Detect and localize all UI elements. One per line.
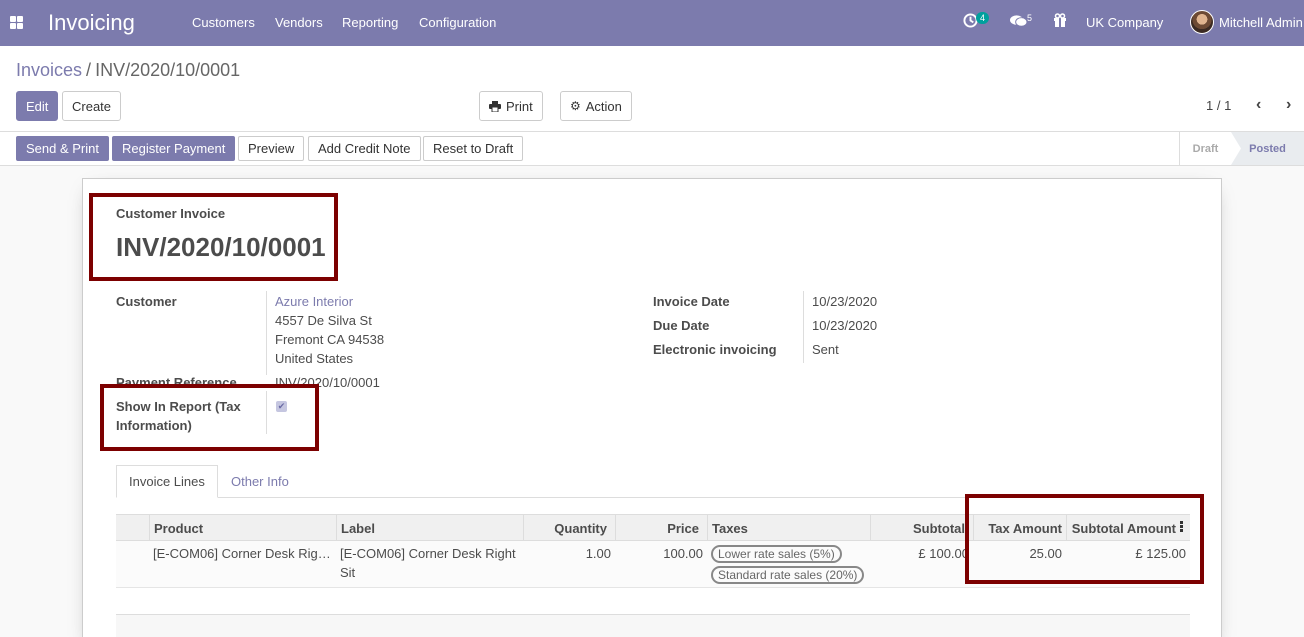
print-button[interactable]: Print bbox=[479, 91, 543, 121]
cell-label-line2: Sit bbox=[340, 565, 356, 580]
cell-taxes: Lower rate sales (5%) Standard rate sale… bbox=[711, 544, 871, 586]
tax-tag[interactable]: Lower rate sales (5%) bbox=[711, 545, 842, 563]
menu-vendors[interactable]: Vendors bbox=[275, 15, 323, 30]
show-in-report-label-line2: Information) bbox=[116, 418, 192, 433]
show-in-report-label: Show In Report (Tax bbox=[116, 399, 241, 414]
gear-icon: ⚙ bbox=[570, 99, 581, 113]
action-button[interactable]: ⚙ Action bbox=[560, 91, 632, 121]
stage-posted[interactable]: Posted bbox=[1231, 132, 1304, 165]
stage-draft[interactable]: Draft bbox=[1179, 132, 1231, 165]
field-separator bbox=[266, 291, 267, 375]
company-switcher[interactable]: UK Company bbox=[1086, 15, 1163, 30]
pager-next-icon[interactable]: › bbox=[1286, 96, 1291, 114]
create-button[interactable]: Create bbox=[62, 91, 122, 121]
cell-subtotal: £ 100.00 bbox=[918, 546, 969, 561]
messages-count-badge: 5 bbox=[1027, 13, 1033, 23]
status-bar: Send & Print Register Payment Preview Ad… bbox=[0, 132, 1304, 166]
breadcrumb-separator: / bbox=[86, 60, 92, 80]
table-footer bbox=[116, 615, 1190, 637]
edit-button[interactable]: Edit bbox=[16, 91, 59, 121]
header-label[interactable]: Label bbox=[336, 515, 523, 541]
tab-invoice-lines[interactable]: Invoice Lines bbox=[116, 465, 218, 498]
customer-link[interactable]: Azure Interior bbox=[275, 294, 353, 309]
cell-quantity: 1.00 bbox=[585, 546, 611, 561]
header-quantity[interactable]: Quantity bbox=[523, 515, 615, 541]
menu-configuration[interactable]: Configuration bbox=[419, 15, 496, 30]
cell-product: [E-COM06] Corner Desk Rig… bbox=[153, 546, 331, 561]
field-separator bbox=[266, 391, 267, 434]
gift-icon[interactable] bbox=[1053, 13, 1067, 31]
preview-button[interactable]: Preview bbox=[238, 136, 305, 161]
field-separator bbox=[803, 291, 804, 363]
apps-menu-icon[interactable] bbox=[10, 16, 23, 29]
messages-chat-icon[interactable] bbox=[1010, 14, 1028, 31]
register-payment-button[interactable]: Register Payment bbox=[112, 136, 236, 161]
activity-count-badge: 4 bbox=[976, 12, 990, 24]
customer-address-city: Fremont CA 94538 bbox=[275, 332, 385, 347]
show-in-report-checkbox[interactable]: ✔ bbox=[276, 401, 287, 412]
action-button-label: Action bbox=[585, 98, 622, 114]
electronic-invoicing-value: Sent bbox=[812, 342, 839, 357]
user-menu[interactable]: Mitchell Admin bbox=[1219, 15, 1303, 30]
due-date-value: 10/23/2020 bbox=[812, 318, 878, 333]
header-price[interactable]: Price bbox=[615, 515, 707, 541]
tax-tag[interactable]: Standard rate sales (20%) bbox=[711, 566, 865, 584]
breadcrumb-current: INV/2020/10/0001 bbox=[95, 60, 241, 80]
tab-other-info[interactable]: Other Info bbox=[219, 465, 301, 498]
app-brand[interactable]: Invoicing bbox=[48, 10, 135, 36]
form-sheet: Customer Invoice INV/2020/10/0001 Custom… bbox=[82, 178, 1222, 637]
print-button-label: Print bbox=[506, 98, 533, 114]
highlight-box-title bbox=[89, 193, 338, 281]
cell-price: 100.00 bbox=[663, 546, 703, 561]
add-credit-note-button[interactable]: Add Credit Note bbox=[308, 136, 421, 161]
pager-value[interactable]: 1 / 1 bbox=[1206, 98, 1231, 113]
customer-address-country: United States bbox=[275, 351, 354, 366]
breadcrumb-invoices-link[interactable]: Invoices bbox=[16, 60, 82, 80]
electronic-invoicing-label: Electronic invoicing bbox=[653, 342, 777, 357]
invoice-date-value: 10/23/2020 bbox=[812, 294, 878, 309]
due-date-label: Due Date bbox=[653, 318, 710, 333]
header-taxes[interactable]: Taxes bbox=[707, 515, 870, 541]
menu-customers[interactable]: Customers bbox=[192, 15, 255, 30]
cell-label-line1: [E-COM06] Corner Desk Right bbox=[340, 546, 516, 561]
print-icon bbox=[489, 100, 501, 112]
user-avatar[interactable] bbox=[1190, 10, 1214, 34]
control-panel: Invoices / INV/2020/10/0001 Edit Create Pr… bbox=[0, 46, 1304, 132]
customer-address-street: 4557 De Silva St bbox=[275, 313, 372, 328]
customer-label: Customer bbox=[116, 294, 177, 309]
top-navbar: Invoicing Customers Vendors Reporting Co… bbox=[0, 0, 1304, 46]
pager-previous-icon[interactable]: ‹ bbox=[1256, 96, 1261, 114]
reset-to-draft-button[interactable]: Reset to Draft bbox=[423, 136, 524, 161]
header-product[interactable]: Product bbox=[149, 515, 336, 541]
highlight-box-tax-columns bbox=[965, 494, 1204, 584]
send-print-button[interactable]: Send & Print bbox=[16, 136, 109, 161]
invoice-date-label: Invoice Date bbox=[653, 294, 730, 309]
menu-reporting[interactable]: Reporting bbox=[342, 15, 398, 30]
header-handle bbox=[116, 515, 149, 541]
breadcrumb: Invoices / INV/2020/10/0001 bbox=[16, 60, 240, 81]
header-subtotal[interactable]: Subtotal bbox=[870, 515, 973, 541]
